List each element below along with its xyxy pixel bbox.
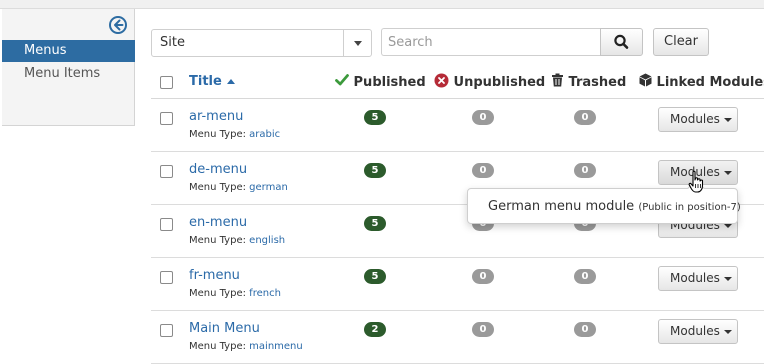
menu-type: Menu Type: english [189,234,285,247]
published-header-label: Published [353,75,426,90]
row-checkbox[interactable] [160,271,173,284]
unpublished-count-badge: 0 [472,269,494,284]
menu-type: Menu Type: arabic [189,128,280,141]
sidebar-item-menus[interactable]: Menus [2,40,135,62]
module-link[interactable]: German menu module (Public in position-7… [488,198,741,216]
table-row: fr-menu Menu Type: french 5 0 0 Modules [151,258,764,311]
trashed-count-badge: 0 [574,163,596,178]
unpublished-header-label: Unpublished [453,75,546,90]
trash-icon [552,73,563,87]
chevron-down-icon [354,41,362,46]
menu-type-prefix: Menu Type: [189,129,246,140]
clear-button[interactable]: Clear [653,28,709,56]
menu-type-value[interactable]: mainmenu [249,341,303,352]
search-button[interactable] [600,28,643,56]
title-header-label: Title [189,74,222,89]
modules-button-label: Modules [670,271,720,285]
menu-title-link[interactable]: fr-menu [189,267,240,284]
table-row: Main Menu Menu Type: mainmenu 2 0 0 Modu… [151,311,764,364]
published-column-header: Published [335,73,426,91]
menu-type: Menu Type: german [189,181,288,194]
published-count-badge[interactable]: 5 [364,269,386,284]
published-count-badge[interactable]: 2 [364,322,386,337]
published-count-badge[interactable]: 5 [364,216,386,231]
menu-type-prefix: Menu Type: [189,288,246,299]
trashed-count-badge: 0 [574,110,596,125]
modules-button-label: Modules [670,324,720,338]
trashed-header-label: Trashed [568,75,627,90]
modules-dropdown-button[interactable]: Modules [658,319,738,344]
select-caret[interactable] [343,30,371,56]
hand-cursor-icon [688,170,704,193]
modules-dropdown-button[interactable]: Modules [658,266,738,291]
menu-title-link[interactable]: de-menu [189,161,247,178]
menu-type-prefix: Menu Type: [189,182,246,193]
modules-button-label: Modules [670,112,720,126]
caret-down-icon [723,329,732,334]
client-select-value: Site [160,35,185,50]
row-checkbox[interactable] [160,324,173,337]
published-count-badge[interactable]: 5 [364,110,386,125]
menu-type: Menu Type: french [189,287,281,300]
menu-title-link[interactable]: en-menu [189,214,247,231]
module-detail: (Public in position-7) [638,202,741,213]
menu-type-prefix: Menu Type: [189,341,246,352]
sort-ascending-icon [227,78,236,84]
trashed-count-badge: 0 [574,322,596,337]
search-icon [614,34,629,49]
select-all-checkbox[interactable] [160,76,173,89]
unpublished-count-badge: 0 [472,110,494,125]
cube-icon [639,73,652,87]
caret-down-icon [723,117,732,122]
check-icon [335,74,349,86]
trashed-column-header: Trashed [551,73,626,91]
unpublished-count-badge: 0 [472,322,494,337]
row-checkbox[interactable] [160,112,173,125]
menu-title-link[interactable]: ar-menu [189,108,243,125]
x-circle-icon [434,73,449,88]
row-checkbox[interactable] [160,165,173,178]
unpublished-count-badge: 0 [472,163,494,178]
row-checkbox[interactable] [160,218,173,231]
sidebar: Menus Menu Items [2,9,135,126]
arrow-left-circle-icon[interactable] [108,15,128,35]
client-select[interactable]: Site [151,29,372,57]
modules-dropdown-button[interactable]: Modules [658,107,738,132]
menu-type: Menu Type: mainmenu [189,340,303,353]
menu-type-prefix: Menu Type: [189,235,246,246]
unpublished-column-header: Unpublished [434,73,545,91]
caret-down-icon [723,276,732,281]
module-name: German menu module [488,199,635,214]
top-bar [0,0,764,9]
caret-down-icon [723,223,732,228]
menu-type-value[interactable]: english [249,235,285,246]
linked-modules-header-label: Linked Modules [656,75,764,90]
menu-type-value[interactable]: german [249,182,288,193]
menu-type-value[interactable]: french [249,288,281,299]
menu-type-value[interactable]: arabic [249,129,280,140]
search-input[interactable] [381,28,601,56]
table-row: ar-menu Menu Type: arabic 5 0 0 Modules [151,99,764,152]
caret-down-icon [723,170,732,175]
published-count-badge[interactable]: 5 [364,163,386,178]
sidebar-item-menu-items[interactable]: Menu Items [2,63,135,85]
trashed-count-badge: 0 [574,269,596,284]
title-column-header[interactable]: Title [189,73,236,90]
linked-modules-column-header: Linked Modules [639,73,764,91]
menu-title-link[interactable]: Main Menu [189,320,260,337]
